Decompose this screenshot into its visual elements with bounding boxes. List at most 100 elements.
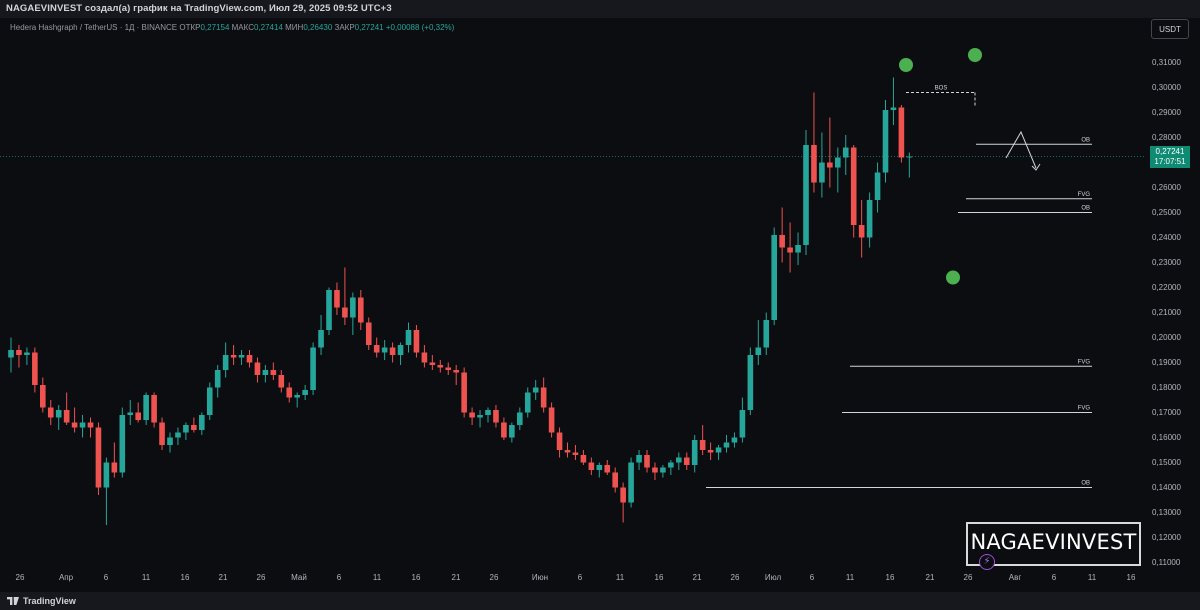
candle-body[interactable]: [8, 350, 14, 358]
candle-body[interactable]: [747, 355, 754, 410]
candle-body[interactable]: [191, 425, 197, 430]
candle-body[interactable]: [429, 362, 436, 366]
candle-body[interactable]: [691, 440, 698, 465]
candle-body[interactable]: [294, 395, 300, 398]
candle-body[interactable]: [24, 352, 30, 356]
swing-high-marker-1[interactable]: [899, 58, 913, 72]
candle-body[interactable]: [32, 352, 38, 386]
candle-body[interactable]: [358, 297, 364, 323]
candle-body[interactable]: [389, 347, 396, 356]
candle-body[interactable]: [707, 450, 714, 453]
candle-body[interactable]: [795, 245, 801, 253]
price-chart[interactable]: OB FVG OB FVG FVG OB BOS: [0, 0, 1200, 610]
candle-body[interactable]: [715, 447, 722, 453]
candle-body[interactable]: [175, 432, 181, 438]
candle-body[interactable]: [787, 247, 793, 253]
candle-body[interactable]: [159, 422, 165, 446]
candle-body[interactable]: [493, 410, 499, 423]
candle-body[interactable]: [95, 427, 102, 488]
candle-body[interactable]: [270, 370, 277, 375]
candle-body[interactable]: [206, 387, 213, 416]
candle-body[interactable]: [604, 465, 611, 473]
candle-body[interactable]: [222, 355, 229, 370]
candle-body[interactable]: [588, 462, 595, 471]
candle-body[interactable]: [628, 462, 634, 503]
candle-body[interactable]: [47, 407, 54, 418]
candle-body[interactable]: [183, 425, 189, 433]
candle-body[interactable]: [564, 450, 571, 453]
candle-body[interactable]: [652, 467, 658, 473]
candle-body[interactable]: [381, 347, 388, 353]
candle-body[interactable]: [835, 157, 841, 168]
candle-body[interactable]: [87, 422, 94, 428]
candle-body[interactable]: [596, 465, 603, 470]
candle-body[interactable]: [532, 387, 539, 393]
candle-body[interactable]: [660, 467, 666, 473]
candle-body[interactable]: [842, 147, 849, 158]
candle-body[interactable]: [683, 457, 690, 466]
candle-body[interactable]: [668, 462, 674, 468]
candle-body[interactable]: [365, 322, 372, 346]
candle-body[interactable]: [866, 200, 873, 238]
candle-body[interactable]: [882, 110, 889, 173]
candle-body[interactable]: [501, 422, 507, 438]
candle-body[interactable]: [771, 235, 777, 320]
candle-body[interactable]: [485, 410, 491, 415]
candle-body[interactable]: [397, 345, 404, 355]
candle-body[interactable]: [413, 330, 420, 353]
candle-body[interactable]: [143, 395, 149, 420]
candle-body[interactable]: [63, 410, 70, 423]
candle-body[interactable]: [874, 172, 881, 201]
candle-body[interactable]: [461, 372, 467, 413]
candle-body[interactable]: [755, 347, 762, 356]
candle-body[interactable]: [612, 472, 618, 488]
candle-body[interactable]: [540, 387, 547, 408]
candle-body[interactable]: [699, 440, 706, 450]
candle-body[interactable]: [246, 355, 253, 363]
candle-body[interactable]: [469, 412, 475, 418]
candle-body[interactable]: [890, 107, 897, 111]
candle-body[interactable]: [214, 370, 221, 388]
candle-body[interactable]: [858, 225, 865, 238]
candle-body[interactable]: [644, 455, 650, 468]
candle-body[interactable]: [310, 347, 316, 391]
candle-body[interactable]: [548, 407, 555, 433]
candle-body[interactable]: [40, 385, 46, 408]
candle-body[interactable]: [278, 375, 285, 388]
candle-body[interactable]: [524, 392, 531, 413]
candle-body[interactable]: [119, 415, 126, 473]
candle-body[interactable]: [238, 355, 245, 358]
candle-body[interactable]: [103, 462, 110, 488]
candle-body[interactable]: [167, 437, 173, 446]
candle-body[interactable]: [373, 345, 380, 353]
candle-body[interactable]: [898, 107, 905, 158]
swing-low-marker[interactable]: [946, 270, 960, 285]
candle-body[interactable]: [827, 162, 833, 168]
candle-body[interactable]: [230, 355, 237, 358]
candle-body[interactable]: [620, 487, 626, 503]
candle-body[interactable]: [254, 362, 261, 376]
candle-body[interactable]: [779, 235, 785, 248]
candle-body[interactable]: [350, 297, 356, 318]
symbol-name[interactable]: Hedera Hashgraph / TetherUS · 1Д · BINAN…: [10, 23, 177, 32]
candle-body[interactable]: [326, 290, 332, 330]
candle-body[interactable]: [334, 290, 340, 308]
candle-body[interactable]: [850, 147, 857, 226]
candle-body[interactable]: [453, 370, 459, 373]
candle-body[interactable]: [55, 410, 62, 418]
candle-body[interactable]: [318, 330, 324, 348]
candle-body[interactable]: [731, 437, 738, 443]
candle-body[interactable]: [636, 455, 642, 463]
candle-body[interactable]: [676, 457, 682, 463]
candle-body[interactable]: [477, 415, 483, 418]
candle-body[interactable]: [819, 162, 825, 183]
candle-body[interactable]: [437, 365, 444, 368]
candle-body[interactable]: [509, 425, 515, 438]
candle-body[interactable]: [723, 442, 730, 448]
candle-body[interactable]: [739, 410, 746, 438]
candle-body[interactable]: [79, 422, 86, 428]
candle-body[interactable]: [71, 422, 78, 428]
tradingview-logo[interactable]: TradingView: [7, 596, 76, 606]
candle-body[interactable]: [517, 412, 523, 426]
candle-body[interactable]: [421, 352, 428, 363]
